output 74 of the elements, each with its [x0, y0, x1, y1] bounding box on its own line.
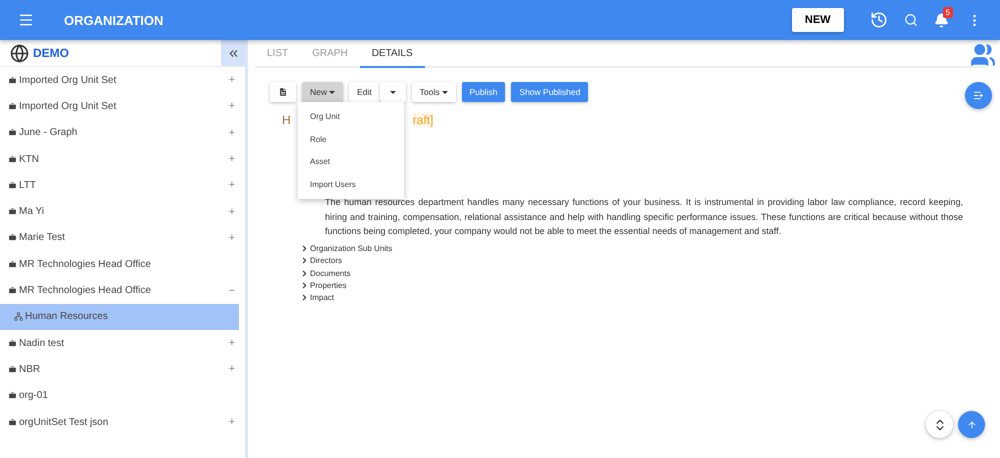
document-button[interactable] [270, 82, 296, 102]
collapse-button[interactable] [221, 40, 245, 66]
tree-item[interactable]: Human Resources [0, 304, 239, 330]
publish-button[interactable]: Publish [462, 82, 506, 102]
expand-toggle[interactable]: + [228, 126, 235, 139]
briefcase-icon [8, 286, 17, 296]
section-toggle[interactable]: Directors [300, 254, 1000, 268]
expand-toggle[interactable]: + [228, 363, 235, 376]
briefcase-icon [8, 364, 17, 374]
expand-toggle[interactable]: − [228, 284, 235, 297]
document-icon [278, 87, 288, 97]
expand-toggle[interactable]: + [228, 179, 235, 192]
briefcase-icon [8, 391, 17, 400]
briefcase-icon [8, 128, 17, 138]
briefcase-icon [8, 338, 17, 348]
expand-toggle[interactable]: + [228, 100, 235, 112]
expand-toggle[interactable]: + [228, 232, 235, 244]
section-toggle[interactable]: Properties [300, 279, 1000, 292]
globe-icon [10, 44, 29, 62]
briefcase-icon [8, 180, 17, 190]
history-icon[interactable] [870, 11, 888, 29]
briefcase-icon [8, 102, 17, 111]
briefcase-icon [8, 260, 17, 269]
tree-item[interactable]: Imported Org Unit Set + [0, 67, 245, 94]
show-published-button[interactable]: Show Published [511, 82, 588, 102]
users-icon[interactable] [970, 42, 996, 68]
unit-heading: H [282, 113, 291, 127]
tree-item[interactable]: orgUnitSet Test json + [0, 408, 245, 436]
sidebar-title: DEMO [33, 46, 70, 60]
tree-item[interactable]: Imported Org Unit Set + [0, 93, 245, 120]
expand-toggle[interactable]: + [228, 337, 235, 350]
section-toggle[interactable]: Documents [300, 267, 1000, 280]
expand-collapse-button[interactable] [926, 411, 953, 438]
section-toggle[interactable]: Organization Sub Units [300, 242, 1000, 255]
tree-item[interactable]: Nadin test + [0, 330, 245, 356]
tools-button[interactable]: Tools [412, 82, 456, 102]
tree-item[interactable]: Ma Yi + [0, 198, 245, 225]
app-title: ORGANIZATION [64, 12, 164, 28]
tree-item[interactable]: Marie Test + [0, 224, 245, 252]
tree-item[interactable]: MR Technologies Head Office − [0, 277, 245, 304]
tree-item[interactable]: June - Graph + [0, 120, 245, 146]
menu-item[interactable]: Import Users [298, 173, 404, 196]
briefcase-icon [8, 154, 17, 164]
notification-badge: 5 [942, 6, 953, 18]
expand-toggle[interactable]: + [228, 153, 235, 166]
new-button[interactable]: NEW [792, 8, 844, 32]
tree-item[interactable]: MR Technologies Head Office [0, 251, 245, 278]
menu-item[interactable]: Role [298, 128, 404, 150]
expand-toggle[interactable]: + [228, 206, 235, 218]
unit-description: The human resources department handles many necessary functions of your business. It is instrumental in providing labor law compliance, record keeping, hiring and training, compensation, relational assistance and help with handling specific performance issues. These functions are critical because without those functions being completed, your company would not be able to meet the essential needs of management and staff. [325, 196, 963, 238]
briefcase-icon [8, 418, 17, 426]
expand-toggle[interactable]: + [228, 74, 235, 86]
briefcase-icon [8, 233, 17, 242]
tree-item[interactable]: org-01 [0, 382, 245, 409]
menu-item[interactable]: Asset [298, 150, 404, 174]
arrow-up-icon [966, 420, 976, 430]
briefcase-icon [8, 207, 17, 216]
search-icon[interactable] [904, 13, 918, 27]
menu-item[interactable]: Org Unit [298, 105, 404, 128]
tree-item[interactable]: KTN + [0, 146, 245, 172]
section-toggle[interactable]: Impact [300, 292, 1000, 304]
draft-label: raft] [412, 113, 434, 127]
add-list-button[interactable] [965, 82, 992, 109]
expand-toggle[interactable]: + [228, 416, 235, 428]
edit-button[interactable]: Edit [349, 82, 380, 102]
tree-item[interactable]: LTT + [0, 172, 245, 198]
tab[interactable]: DETAILS [360, 40, 425, 68]
menu-icon[interactable] [18, 12, 34, 28]
list-add-icon [973, 90, 984, 101]
briefcase-icon [8, 76, 17, 85]
hierarchy-icon [14, 312, 23, 322]
new-dropdown-button[interactable]: New [302, 82, 344, 102]
scroll-top-button[interactable] [958, 411, 985, 438]
tree-item[interactable]: NBR + [0, 356, 245, 383]
